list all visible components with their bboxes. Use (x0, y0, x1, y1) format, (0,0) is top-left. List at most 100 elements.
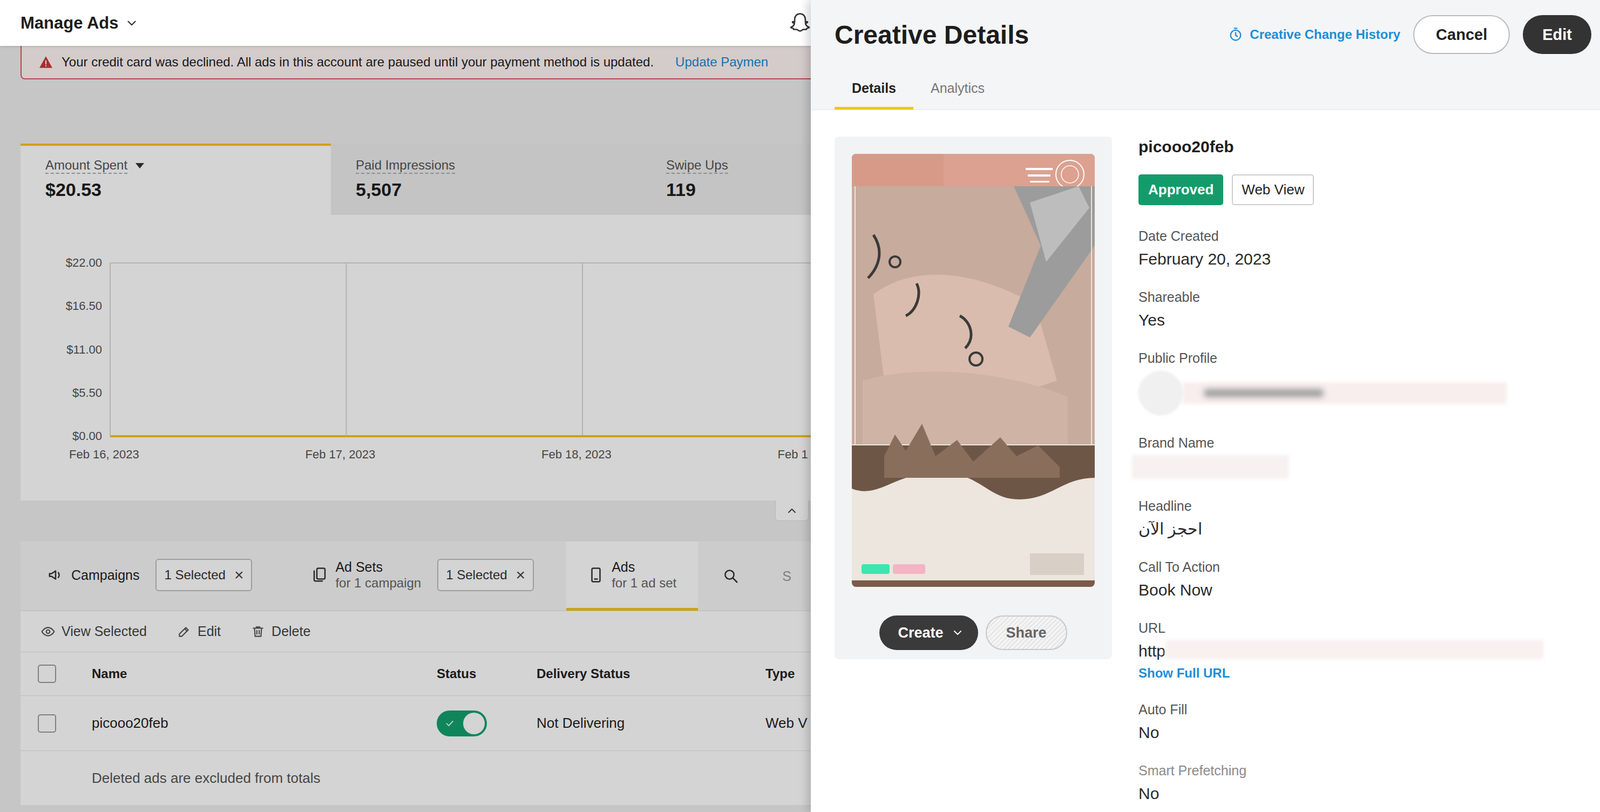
cancel-button[interactable]: Cancel (1413, 15, 1510, 54)
level-tab-label: Campaigns (71, 566, 140, 583)
snapchat-ghost-icon[interactable] (788, 11, 811, 36)
profile-avatar (1138, 370, 1183, 416)
panel-tab[interactable]: Analytics (913, 69, 1002, 110)
selection-count: 1 Selected (164, 567, 226, 583)
delete-button[interactable]: Delete (251, 623, 311, 640)
level-tab-text: Campaigns (71, 566, 140, 583)
x-axis-label: Feb 1 (777, 446, 809, 463)
field-label: Brand Name (1138, 433, 1579, 452)
toggle-knob (463, 712, 485, 735)
header-checkbox-cell (20, 664, 92, 683)
metric-tab[interactable]: Swipe Ups 119 (641, 143, 811, 215)
modal-overlay (0, 0, 811, 812)
creative-details-panel: Creative DetailsCreative Change HistoryC… (810, 0, 1600, 812)
level-tab[interactable]: Ad Setsfor 1 campaign 1 Selected× (284, 541, 567, 611)
ad-type: Web V (765, 714, 811, 732)
payment-error-banner: Your credit card was declined. All ads i… (20, 45, 811, 80)
y-axis-tick: $0.00 (20, 428, 103, 444)
chart-gridline (346, 262, 348, 437)
ads-manager-background: Manage Ads Your credit card was declined.… (0, 0, 811, 812)
field-label: Auto Fill (1138, 700, 1579, 719)
ad-sets-icon (311, 566, 328, 583)
level-tab-label: Ads (611, 558, 677, 575)
ad-preview-image (851, 153, 1095, 587)
selection-chip[interactable]: 1 Selected× (437, 558, 534, 592)
metric-tab[interactable]: Paid Impressions 5,507 (330, 143, 642, 215)
create-button[interactable]: Create (879, 615, 978, 650)
chart-gridline (109, 262, 111, 437)
edit-button[interactable]: Edit (177, 623, 221, 640)
clear-selection-button[interactable]: × (234, 565, 244, 585)
metric-value: $20.53 (45, 179, 307, 201)
field-value: Yes (1138, 309, 1579, 331)
y-axis-tick: $11.00 (20, 342, 103, 358)
column-header[interactable]: Type (765, 666, 811, 682)
row-checkbox[interactable] (37, 714, 57, 733)
ad-name[interactable]: picooo20feb (91, 714, 437, 732)
panel-tab[interactable]: Details (834, 69, 914, 110)
preview-actions: CreateShare (879, 615, 1067, 650)
toolbar-action-label: Edit (197, 623, 221, 640)
status-toggle[interactable] (436, 710, 487, 737)
ads-icon (587, 566, 605, 583)
edit-button[interactable]: Edit (1522, 15, 1592, 54)
x-axis-label: Feb 16, 2023 (69, 446, 140, 463)
field-label: Date Created (1138, 226, 1579, 246)
ads-toolbar: View Selected Edit Delete (20, 610, 811, 652)
field-value: No (1138, 782, 1579, 805)
selection-chip[interactable]: 1 Selected × (155, 558, 253, 592)
x-axis-label: Feb 17, 2023 (305, 446, 376, 463)
public-profile[interactable] (1138, 370, 1579, 416)
edit-icon (177, 624, 192, 639)
column-header[interactable]: Name (91, 666, 437, 682)
redacted-brand-name (1131, 455, 1289, 479)
dropdown-triangle-icon[interactable] (134, 162, 145, 169)
detail-field: Date CreatedFebruary 20, 2023 (1138, 226, 1579, 270)
review-status-badge: Approved (1138, 174, 1224, 206)
level-tab-text: Ad Setsfor 1 campaign (335, 558, 422, 592)
spend-chart: $22.00$16.50$11.00$5.50$0.00Feb 16, 2023… (20, 214, 811, 501)
redacted-url (1165, 639, 1544, 660)
metric-value: 119 (666, 179, 811, 201)
field-label: Public Profile (1138, 348, 1579, 368)
y-axis-tick: $16.50 (20, 298, 103, 314)
search-icon[interactable] (722, 567, 740, 585)
metric-value: 5,507 (355, 179, 617, 201)
chart-top-border (110, 262, 811, 264)
chevron-down-icon (951, 626, 965, 640)
field-label: URL (1138, 618, 1579, 637)
ads-table: NameStatusDelivery StatusType picooo20feb… (20, 651, 811, 805)
creative-fields: picooo20febApprovedWeb ViewDate CreatedF… (1138, 136, 1600, 805)
table-row[interactable]: picooo20febNot DeliveringWeb V (20, 695, 811, 751)
metric-label-row: Swipe Ups (666, 156, 811, 175)
field-value: Book Now (1138, 579, 1579, 601)
create-label: Create (897, 624, 944, 642)
clear-selection-button[interactable]: × (516, 565, 526, 585)
delete-icon (251, 624, 266, 639)
detail-field: Headlineاحجز الآن (1138, 496, 1579, 540)
show-full-url-link[interactable]: Show Full URL (1138, 663, 1579, 683)
column-header[interactable]: Status (436, 666, 537, 682)
metric-label: Paid Impressions (355, 157, 456, 174)
stats-card: Amount Spent$20.53 Paid Impressions 5,507 S… (20, 143, 811, 501)
search-field[interactable]: S (782, 568, 792, 585)
level-tab[interactable]: Campaigns 1 Selected × (20, 541, 285, 611)
column-header[interactable]: Delivery Status (536, 666, 766, 682)
field-label: Shareable (1138, 287, 1579, 307)
web-view-button[interactable]: Web View (1231, 174, 1314, 206)
view-button[interactable]: View Selected (41, 623, 147, 640)
update-payment-link[interactable]: Update Paymen (675, 54, 769, 70)
change-history-link[interactable]: Creative Change History (1228, 26, 1401, 43)
campaigns-icon (47, 566, 64, 583)
check-icon (444, 717, 456, 729)
clock-icon (1228, 26, 1244, 43)
level-tab-label: Ad Sets (335, 558, 422, 575)
select-all-checkbox[interactable] (37, 664, 57, 683)
page-title-dropdown[interactable]: Manage Ads (20, 13, 119, 33)
panel-title-row: Creative DetailsCreative Change HistoryC… (834, 0, 1600, 70)
chevron-up-icon[interactable] (785, 504, 799, 518)
collapse-chart-button[interactable] (775, 500, 809, 521)
chevron-down-icon[interactable] (124, 16, 139, 31)
level-tab[interactable]: Adsfor 1 ad set (566, 541, 698, 611)
metric-tab[interactable]: Amount Spent$20.53 (20, 143, 331, 215)
